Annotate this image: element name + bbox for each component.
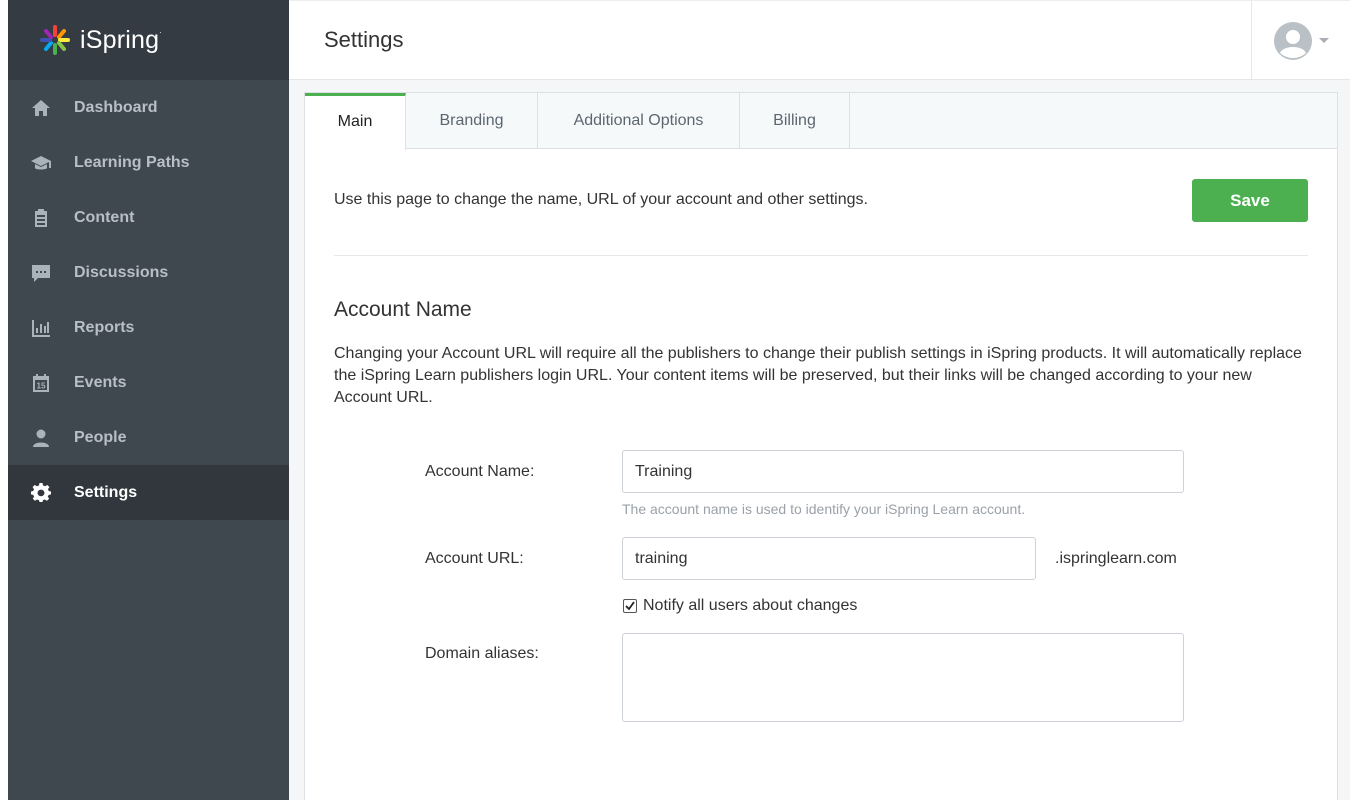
- sidebar-item-settings[interactable]: Settings: [8, 465, 289, 520]
- sidebar-item-label: Learning Paths: [74, 153, 190, 171]
- sidebar-item-learning-paths[interactable]: Learning Paths: [8, 135, 289, 190]
- divider: [334, 255, 1308, 256]
- tab-additional-options[interactable]: Additional Options: [538, 93, 740, 149]
- account-name-label: Account Name:: [425, 463, 535, 480]
- account-url-input[interactable]: [622, 537, 1036, 580]
- sidebar-item-label: Settings: [74, 483, 138, 501]
- account-name-input[interactable]: [622, 450, 1184, 493]
- tab-main[interactable]: Main: [305, 93, 406, 150]
- person-icon: [30, 427, 52, 449]
- save-button[interactable]: Save: [1192, 179, 1308, 222]
- avatar-icon: [1273, 21, 1312, 60]
- notify-users-checkbox[interactable]: Notify all users about changes: [623, 597, 857, 615]
- section-description: Changing your Account URL will require a…: [334, 345, 1302, 406]
- graduation-cap-icon: [30, 152, 52, 174]
- tab-billing[interactable]: Billing: [740, 93, 850, 149]
- calendar-day-text: 15: [37, 381, 46, 390]
- brand-name: iSpring.: [80, 25, 162, 54]
- sidebar-item-content[interactable]: Content: [8, 190, 289, 245]
- domain-aliases-textarea[interactable]: [622, 633, 1184, 722]
- sidebar-item-events[interactable]: 15 Events: [8, 355, 289, 410]
- sidebar-item-label: Reports: [74, 318, 135, 336]
- account-url-suffix: .ispringlearn.com: [1055, 550, 1177, 567]
- sidebar-item-reports[interactable]: Reports: [8, 300, 289, 355]
- home-icon: [30, 97, 52, 119]
- tab-branding[interactable]: Branding: [406, 93, 538, 149]
- sidebar-item-people[interactable]: People: [8, 410, 289, 465]
- chat-bubble-icon: [30, 262, 52, 284]
- sidebar-item-dashboard[interactable]: Dashboard: [8, 80, 289, 135]
- domain-aliases-label: Domain aliases:: [425, 645, 539, 662]
- brand-mark: .: [159, 25, 162, 35]
- user-menu-button[interactable]: [1251, 1, 1350, 80]
- sidebar-item-label: Events: [74, 373, 127, 391]
- sidebar-nav: Dashboard Learning Paths Content Discuss…: [8, 80, 289, 520]
- ispring-logo-icon: [40, 25, 70, 55]
- tab-bar: Main Branding Additional Options Billing: [305, 93, 1337, 150]
- clipboard-icon: [30, 207, 52, 229]
- chevron-down-icon: [1318, 38, 1329, 43]
- sidebar-item-discussions[interactable]: Discussions: [8, 245, 289, 300]
- checkbox-box[interactable]: [623, 599, 637, 613]
- sidebar-item-label: Dashboard: [74, 98, 158, 116]
- sidebar: iSpring. Dashboard Learning Paths Conten…: [8, 0, 289, 800]
- sidebar-item-label: Content: [74, 208, 135, 226]
- checkmark-icon: [625, 601, 635, 611]
- account-url-label: Account URL:: [425, 550, 524, 567]
- calendar-icon: 15: [30, 372, 52, 394]
- settings-panel: Main Branding Additional Options Billing…: [304, 92, 1338, 800]
- notify-users-label: Notify all users about changes: [643, 597, 858, 614]
- section-title: Account Name: [334, 298, 472, 321]
- sidebar-item-label: People: [74, 428, 127, 446]
- account-name-hint: The account name is used to identify you…: [622, 501, 1026, 517]
- logo[interactable]: iSpring.: [8, 0, 289, 80]
- page-title: Settings: [324, 27, 404, 52]
- top-header: Settings: [289, 0, 1350, 80]
- bar-chart-icon: [30, 317, 52, 339]
- intro-text: Use this page to change the name, URL of…: [334, 191, 868, 208]
- gear-icon: [30, 482, 52, 504]
- sidebar-item-label: Discussions: [74, 263, 169, 281]
